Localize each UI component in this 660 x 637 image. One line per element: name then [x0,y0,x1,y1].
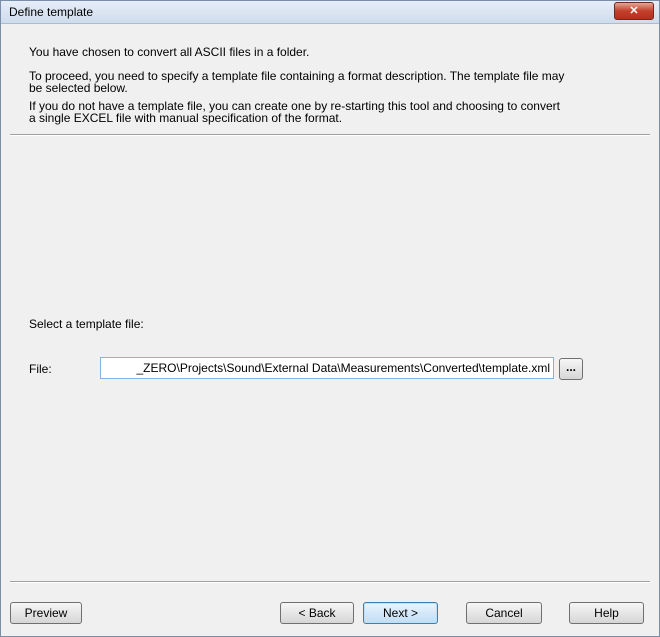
preview-button[interactable]: Preview [10,602,82,624]
dialog-title: Define template [9,5,94,19]
cancel-button[interactable]: Cancel [466,602,542,624]
intro-line-3b: a single EXCEL file with manual specific… [29,111,343,125]
close-icon: ✕ [629,5,639,17]
intro-line-1: You have chosen to convert all ASCII fil… [29,45,310,59]
next-button[interactable]: Next > [363,602,438,624]
dialog-content: You have chosen to convert all ASCII fil… [1,24,659,636]
bottom-divider [10,581,650,583]
help-button[interactable]: Help [569,602,644,624]
intro-line-2b: be selected below. [29,81,128,95]
back-button[interactable]: < Back [280,602,354,624]
browse-button[interactable]: ... [559,358,583,380]
define-template-dialog: Define template ✕ You have chosen to con… [0,0,660,637]
file-label: File: [29,362,52,376]
top-divider [10,134,650,136]
template-file-input[interactable]: _ZERO\Projects\Sound\External Data\Measu… [100,357,554,379]
close-button[interactable]: ✕ [614,2,654,20]
title-bar: Define template ✕ [1,1,659,24]
select-template-label: Select a template file: [29,317,144,331]
